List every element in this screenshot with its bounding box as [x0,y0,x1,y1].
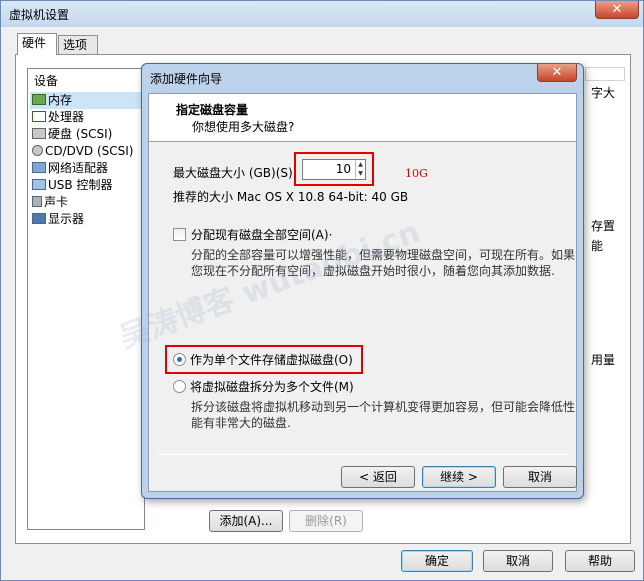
size-annotation: 10G [405,167,428,180]
help-button[interactable]: 帮助 [565,550,635,572]
network-adapter-icon [32,162,46,173]
device-item-processor[interactable]: 处理器 [32,109,84,126]
split-files-radio[interactable] [173,380,186,393]
wizard-body: 指定磁盘容量 你想使用多大磁盘? 最大磁盘大小 (GB)(S) 10 ▲ ▼ 1… [148,93,577,492]
sound-card-icon [32,196,42,207]
memory-icon [32,94,46,105]
close-button[interactable]: ✕ [595,1,639,19]
window-title: 虚拟机设置 [9,8,70,22]
right-panel-text: 能 [591,239,604,253]
allocate-all-label[interactable]: 分配现有磁盘全部空间(A)· [191,226,332,243]
cancel-button[interactable]: 取消 [483,550,553,572]
device-label: 显示器 [48,212,85,226]
summary-frame [585,67,625,81]
device-label: 硬盘 (SCSI) [48,127,113,141]
split-description: 拆分该磁盘将虚拟机移动到另一个计算机变得更加容易，但可能会降低性能有非常大的磁盘… [191,400,576,430]
wizard-close-button[interactable]: ✕ [537,64,577,82]
back-button[interactable]: < 返回 [341,466,415,488]
title-bar: 虚拟机设置 ✕ [1,1,643,27]
device-label: USB 控制器 [48,178,113,192]
device-label: 处理器 [48,110,85,124]
allocate-description: 分配的全部容量可以增强性能，但需要物理磁盘空间，可现在所有。如果您现在不分配所有… [191,248,576,278]
wizard-header: 指定磁盘容量 你想使用多大磁盘? [149,94,576,142]
wizard-title: 添加硬件向导 [150,72,223,86]
divider [157,454,568,455]
tab-hardware[interactable]: 硬件 [17,33,57,55]
wizard-cancel-button[interactable]: 取消 [503,466,577,488]
cd-dvd-icon [32,145,43,156]
device-item-network-adapter[interactable]: 网络适配器 [32,160,108,177]
wizard-heading: 指定磁盘容量 [176,103,249,117]
next-button[interactable]: 继续 > [422,466,496,488]
allocate-all-checkbox[interactable] [173,228,186,241]
device-item-sound-card[interactable]: 声卡 [32,194,68,211]
single-file-highlight-box [165,345,363,374]
device-list-header: 设备 [34,74,59,88]
device-label: 网络适配器 [48,161,109,175]
add-hardware-button[interactable]: 添加(A)... [209,510,283,532]
hard-disk-icon [32,128,46,139]
device-label: 声卡 [44,195,69,209]
device-label: 内存 [48,93,73,107]
processor-icon [32,111,46,122]
split-files-label[interactable]: 将虚拟磁盘拆分为多个文件(M) [190,378,354,395]
ok-button[interactable]: 确定 [401,550,473,572]
add-hardware-wizard: 添加硬件向导 ✕ 指定磁盘容量 你想使用多大磁盘? 最大磁盘大小 (GB)(S)… [141,63,584,499]
max-disk-size-label: 最大磁盘大小 (GB)(S) [173,166,293,180]
wizard-subheading: 你想使用多大磁盘? [192,120,295,134]
remove-hardware-button[interactable]: 删除(R) [289,510,363,532]
display-icon [32,213,46,224]
usb-icon [32,179,46,190]
right-panel-text: 用量 [591,353,616,367]
device-list[interactable]: 设备 内存 处理器 硬盘 (SCSI) CD/DVD (SCSI) 网络适配器 … [27,68,145,530]
size-highlight-box [294,152,374,186]
device-item-memory[interactable]: 内存 [30,92,142,109]
right-panel-text: 存置 [591,219,616,233]
device-item-display[interactable]: 显示器 [32,211,84,228]
recommended-size-text: 推荐的大小 Mac OS X 10.8 64-bit: 40 GB [173,190,409,204]
tab-options[interactable]: 选项 [58,35,98,55]
device-item-hard-disk[interactable]: 硬盘 (SCSI) [32,126,112,143]
device-item-usb-controller[interactable]: USB 控制器 [32,177,112,194]
device-item-cd-dvd[interactable]: CD/DVD (SCSI) [32,143,133,160]
right-panel-text: 字大 [591,86,616,100]
device-label: CD/DVD (SCSI) [45,144,134,158]
